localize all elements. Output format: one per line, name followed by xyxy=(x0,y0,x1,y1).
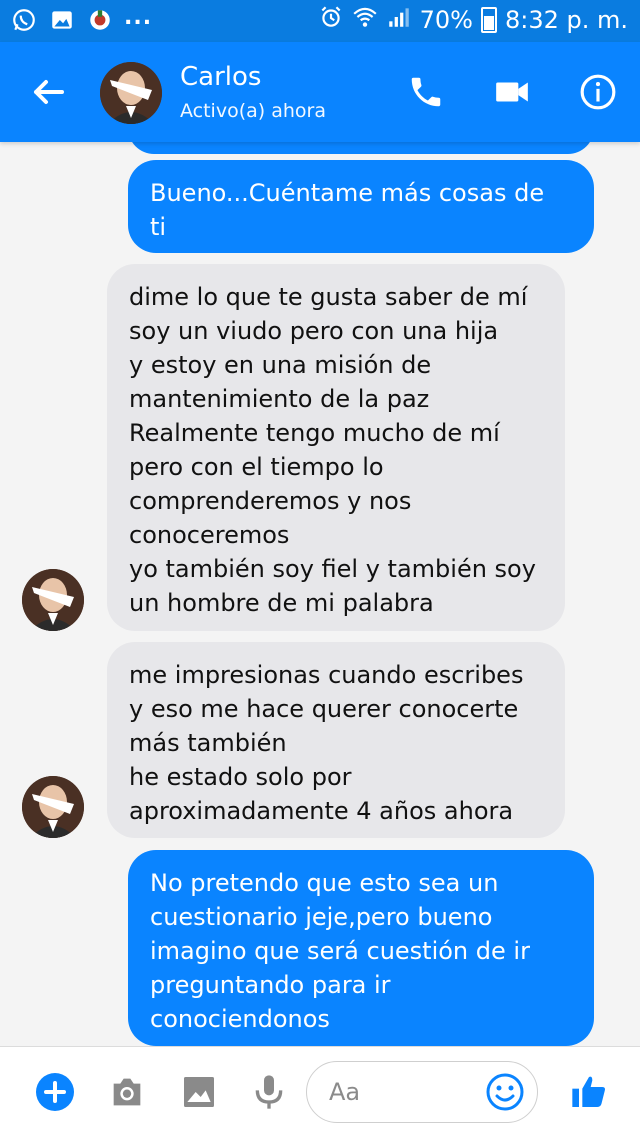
gallery-icon xyxy=(48,6,76,34)
avatar-photo xyxy=(22,776,84,838)
message-line: No pretendo que esto sea un xyxy=(150,869,499,897)
message-line: pero con el tiempo lo xyxy=(129,453,384,481)
message-line: comprenderemos y nos xyxy=(129,487,412,515)
message-line: Realmente tengo mucho de mí xyxy=(129,419,500,447)
contact-name: Carlos xyxy=(180,62,262,92)
message-list[interactable]: Bueno...Cuéntame más cosas de ti dime lo… xyxy=(0,142,640,1046)
call-button[interactable] xyxy=(404,70,448,114)
message-line: cuestionario jeje,pero bueno xyxy=(150,903,493,931)
more-notifications: ... xyxy=(124,4,153,30)
sender-avatar[interactable] xyxy=(22,569,84,631)
voice-button[interactable] xyxy=(246,1069,292,1115)
message-bubble-incoming[interactable]: dime lo que te gusta saber de mí soy un … xyxy=(107,264,565,631)
message-line: imagino que será cuestión de ir xyxy=(150,937,530,965)
like-button[interactable] xyxy=(566,1069,612,1115)
contact-avatar[interactable] xyxy=(100,62,162,124)
message-line: conociendonos xyxy=(150,1005,330,1033)
message-line: aproximadamente 4 años ahora xyxy=(129,797,514,825)
contact-status: Activo(a) ahora xyxy=(180,100,326,122)
message-line: he estado solo por xyxy=(129,763,352,791)
message-line: dime lo que te gusta saber de mí xyxy=(129,283,528,311)
message-line: y estoy en una misión de xyxy=(129,351,432,379)
conversation-header: Carlos Activo(a) ahora xyxy=(0,42,640,142)
message-bubble-partial[interactable] xyxy=(128,142,594,154)
whatsapp-icon xyxy=(10,6,38,34)
message-line: Bueno...Cuéntame más cosas de xyxy=(150,179,545,207)
info-icon xyxy=(580,74,616,110)
message-line: yo también soy fiel y también soy xyxy=(129,555,536,583)
gallery-button[interactable] xyxy=(176,1069,222,1115)
video-camera-icon xyxy=(496,82,528,102)
notification-icons: ... xyxy=(10,4,153,34)
message-line: un hombre de mi palabra xyxy=(129,589,434,617)
microphone-icon xyxy=(255,1075,283,1109)
phone-icon xyxy=(411,77,441,107)
emoji-icon xyxy=(486,1073,524,1111)
more-actions-button[interactable] xyxy=(32,1069,78,1115)
battery-icon xyxy=(480,7,497,33)
status-bar: ... 70% 8:32 p. m. xyxy=(0,0,640,42)
app-icon xyxy=(86,6,114,34)
message-line: mantenimiento de la paz xyxy=(129,385,430,413)
message-line: ti xyxy=(150,213,167,241)
camera-button[interactable] xyxy=(104,1069,150,1115)
emoji-button[interactable] xyxy=(485,1072,525,1112)
message-composer: Aa xyxy=(0,1046,640,1138)
camera-icon xyxy=(113,1078,141,1106)
avatar-photo xyxy=(100,62,162,124)
message-bubble-outgoing[interactable]: No pretendo que esto sea un cuestionario… xyxy=(128,850,594,1046)
alarm-icon xyxy=(318,4,344,36)
image-icon xyxy=(184,1077,214,1107)
video-call-button[interactable] xyxy=(490,70,534,114)
plus-icon xyxy=(36,1073,74,1111)
message-line: me impresionas cuando escribes xyxy=(129,661,524,689)
signal-icon xyxy=(386,4,412,36)
back-arrow-icon xyxy=(34,80,64,104)
thumbs-up-icon xyxy=(572,1076,605,1107)
message-line: y eso me hace querer conocerte xyxy=(129,695,519,723)
wifi-icon xyxy=(352,4,378,36)
message-bubble-incoming[interactable]: me impresionas cuando escribes y eso me … xyxy=(107,642,565,838)
message-input[interactable]: Aa xyxy=(306,1061,538,1123)
battery-level: 70% xyxy=(419,6,473,34)
message-line: más también xyxy=(129,729,287,757)
back-button[interactable] xyxy=(26,70,70,114)
message-bubble-outgoing[interactable]: Bueno...Cuéntame más cosas de ti xyxy=(128,160,594,253)
info-button[interactable] xyxy=(576,70,620,114)
system-icons: 70% 8:32 p. m. xyxy=(318,4,628,36)
message-line: preguntando para ir xyxy=(150,971,391,999)
message-line: soy un viudo pero con una hija xyxy=(129,317,499,345)
sender-avatar[interactable] xyxy=(22,776,84,838)
message-line: conoceremos xyxy=(129,521,290,549)
clock: 8:32 p. m. xyxy=(504,6,628,34)
message-input-placeholder: Aa xyxy=(329,1078,361,1106)
avatar-photo xyxy=(22,569,84,631)
